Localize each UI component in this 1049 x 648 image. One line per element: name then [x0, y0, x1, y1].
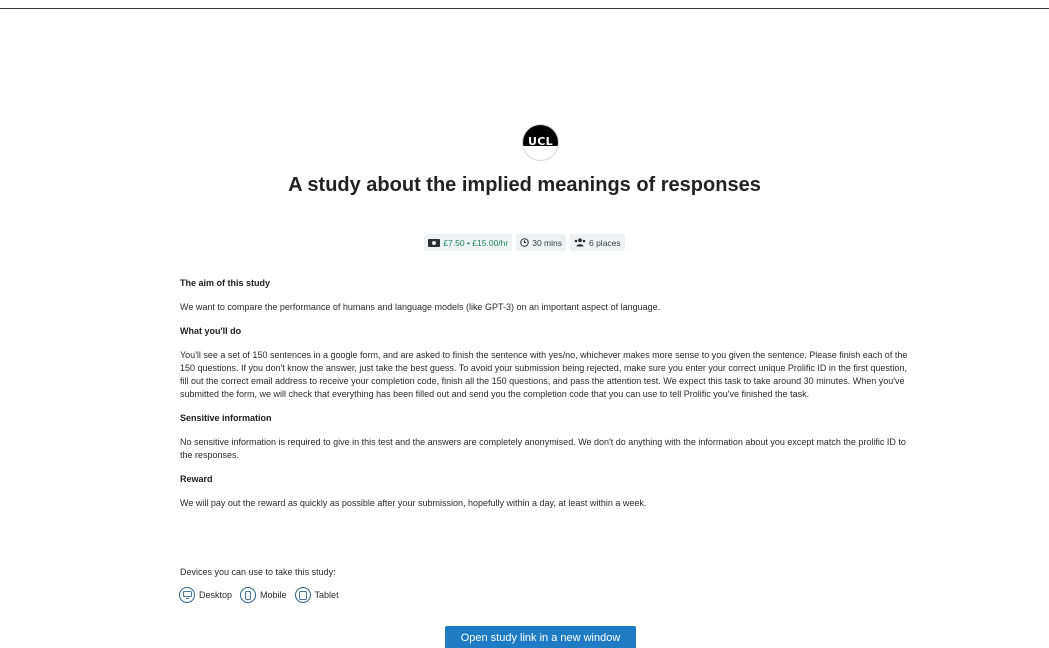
users-icon: [574, 238, 586, 247]
clock-icon: [520, 238, 529, 247]
device-list: Desktop Mobile Tablet: [179, 587, 339, 603]
section-heading-reward: Reward: [180, 474, 213, 484]
section-body-sensitive: No sensitive information is required to …: [180, 437, 906, 460]
tablet-icon: [294, 587, 311, 603]
device-tablet-label: Tablet: [314, 590, 339, 600]
device-desktop-label: Desktop: [199, 590, 233, 600]
device-mobile-label: Mobile: [260, 590, 287, 600]
desktop-icon: [179, 587, 195, 603]
study-description: The aim of this study We want to compare…: [180, 277, 910, 510]
places-text: 6 places: [588, 237, 621, 248]
device-mobile: Mobile: [240, 587, 287, 603]
device-desktop: Desktop: [179, 587, 232, 603]
duration-text: 30 mins: [532, 237, 562, 248]
ucl-logo: UCL: [522, 124, 559, 161]
study-badges: £7.50 • £15.00/hr 30 mins 6 places: [0, 234, 1049, 251]
devices-label: Devices you can use to take this study:: [180, 567, 336, 577]
section-heading-tasks: What you'll do: [180, 326, 242, 336]
study-page: UCL A study about the implied meanings o…: [0, 0, 1049, 648]
top-divider: [0, 8, 1049, 9]
section-heading-aim: The aim of this study: [180, 278, 271, 288]
section-body-tasks: You'll see a set of 150 sentences in a g…: [180, 350, 908, 399]
reward-badge: £7.50 • £15.00/hr: [424, 234, 513, 251]
section-heading-sensitive: Sensitive information: [180, 413, 272, 423]
device-tablet: Tablet: [294, 587, 339, 603]
duration-badge: 30 mins: [516, 234, 566, 251]
section-body-aim: We want to compare the performance of hu…: [180, 302, 661, 312]
section-body-reward: We will pay out the reward as quickly as…: [180, 498, 647, 508]
mobile-icon: [240, 587, 257, 603]
open-study-link-button[interactable]: Open study link in a new window: [445, 626, 636, 648]
page-title: A study about the implied meanings of re…: [288, 174, 761, 196]
logo-text: UCL: [528, 135, 553, 148]
reward-text: £7.50 • £15.00/hr: [443, 237, 509, 248]
money-icon: [428, 238, 441, 247]
places-badge: 6 places: [569, 234, 625, 251]
